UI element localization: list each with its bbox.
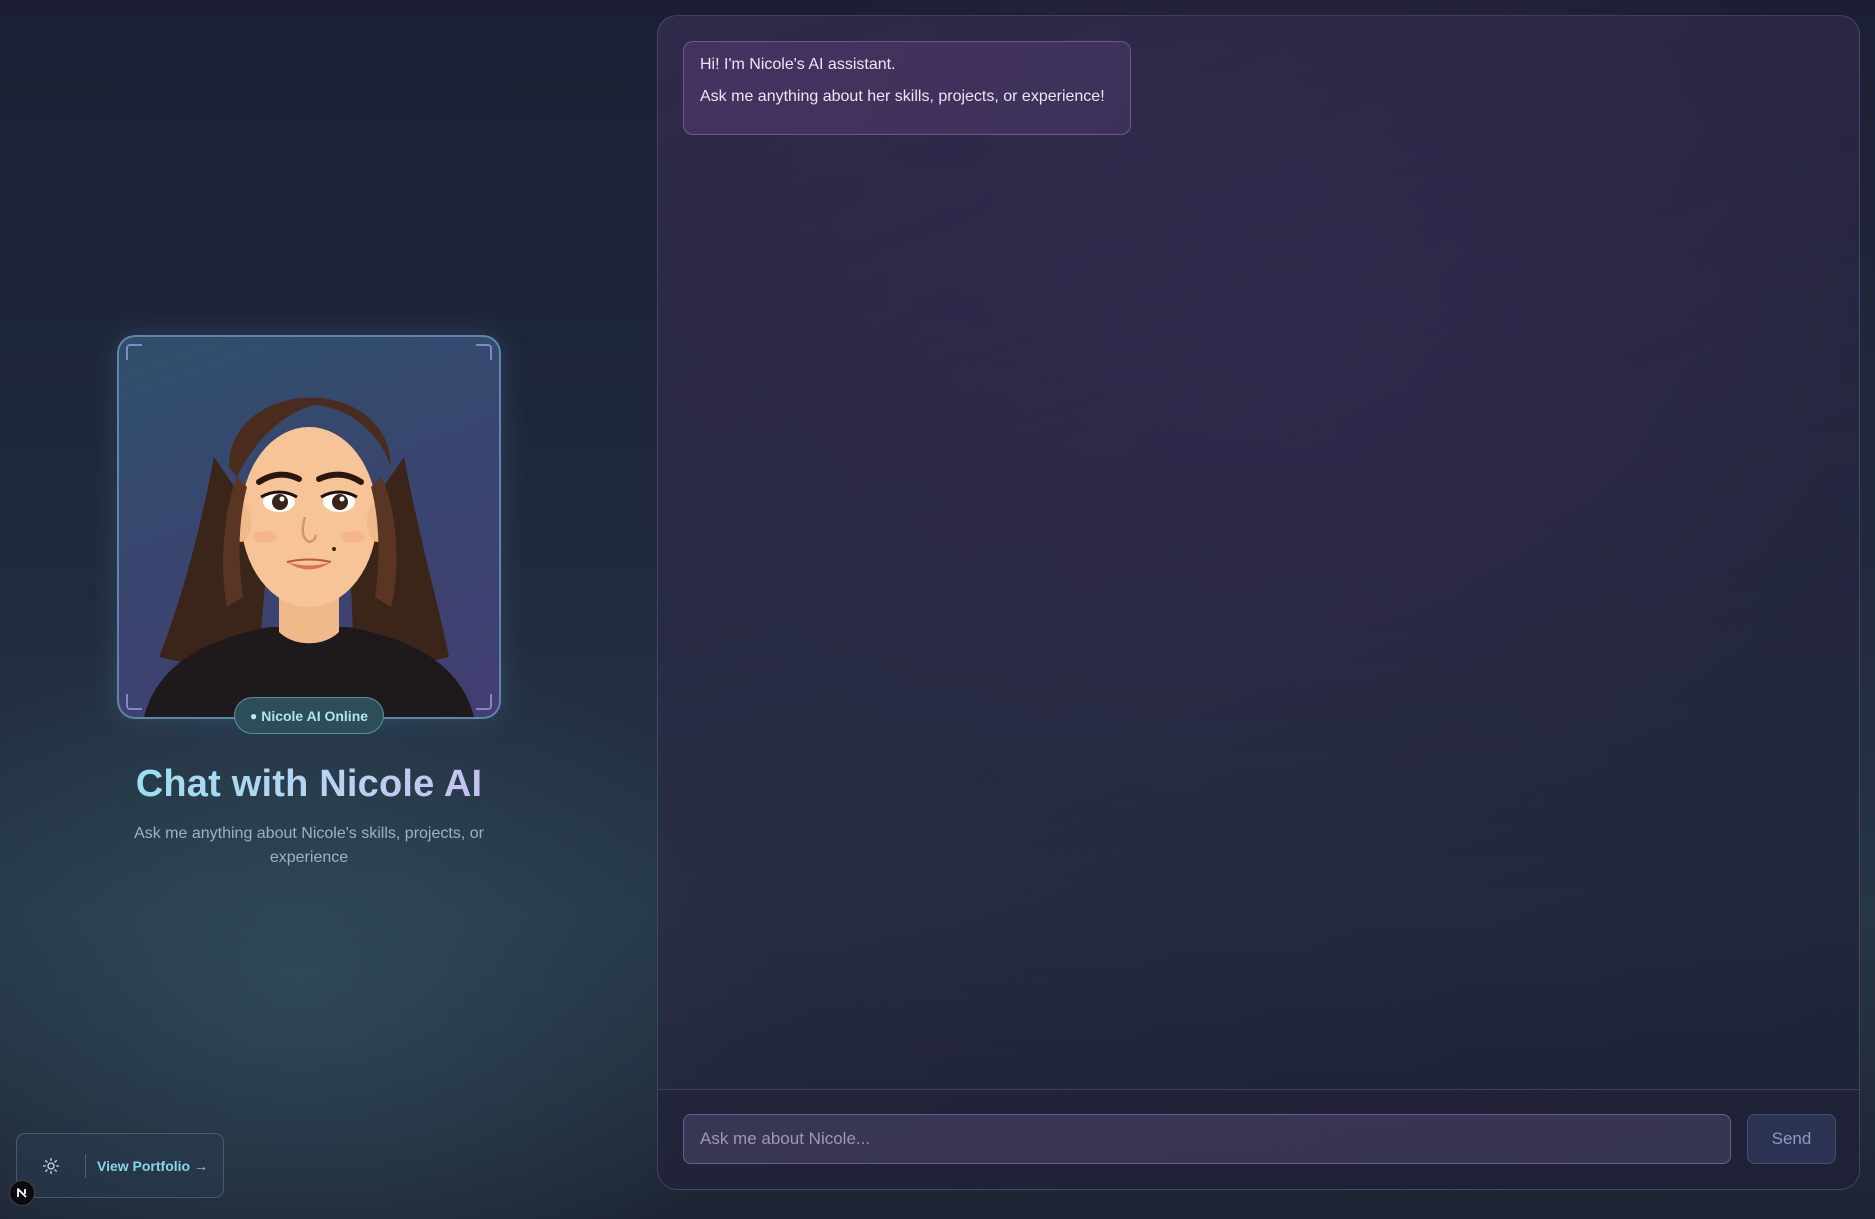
online-dot-icon: ●: [249, 708, 258, 723]
message-list[interactable]: Hi! I'm Nicole's AI assistant. Ask me an…: [658, 16, 1859, 1091]
chat-input[interactable]: [683, 1114, 1731, 1164]
message-line: Hi! I'm Nicole's AI assistant.: [700, 56, 896, 73]
next-logo-icon: [17, 1188, 27, 1198]
dev-tools-badge[interactable]: [9, 1180, 35, 1206]
view-portfolio-link[interactable]: View Portfolio →: [86, 1158, 223, 1174]
send-button[interactable]: Send: [1747, 1114, 1836, 1164]
sun-icon: [42, 1157, 60, 1174]
chat-input-bar: Send: [658, 1089, 1859, 1189]
chat-panel: Hi! I'm Nicole's AI assistant. Ask me an…: [657, 15, 1860, 1190]
frame-corner: [476, 344, 492, 360]
message-line: Ask me anything about her skills, projec…: [700, 88, 1105, 105]
avatar: [117, 335, 501, 719]
page-title: Chat with Nicole AI: [40, 763, 578, 806]
frame-corner: [126, 694, 142, 710]
frame-corner: [126, 344, 142, 360]
bottom-toolbar: View Portfolio →: [16, 1133, 224, 1198]
assistant-message: Hi! I'm Nicole's AI assistant. Ask me an…: [683, 41, 1131, 135]
profile-panel: ● Nicole AI Online Chat with Nicole AI A…: [0, 0, 618, 1219]
avatar-illustration: [144, 397, 474, 717]
page-subtitle: Ask me anything about Nicole's skills, p…: [134, 825, 484, 866]
status-badge: ● Nicole AI Online: [234, 697, 384, 734]
frame-corner: [476, 694, 492, 710]
status-text: Nicole AI Online: [261, 707, 369, 724]
